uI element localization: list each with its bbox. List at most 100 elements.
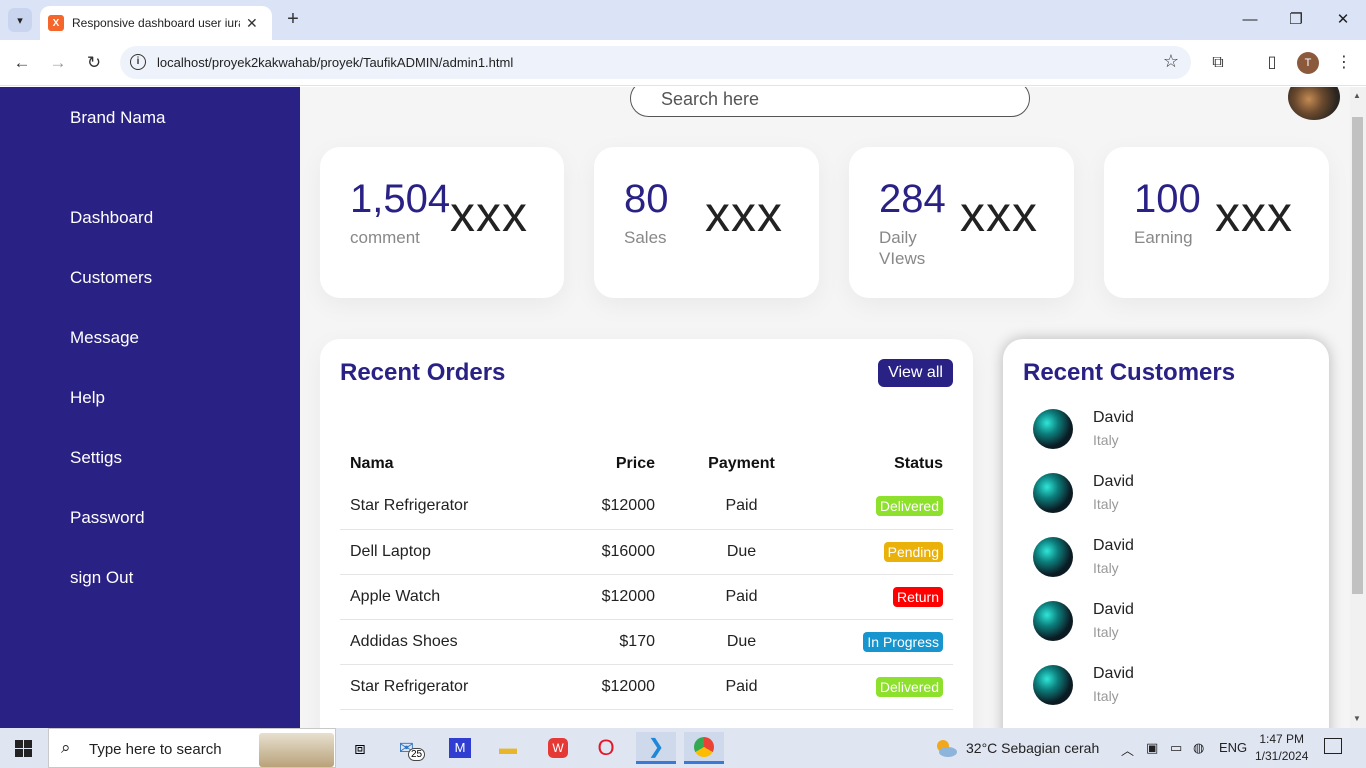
sidebar-item-settings[interactable]: Settigs	[70, 448, 122, 468]
meet-now-icon[interactable]: ▣	[1146, 740, 1158, 756]
customer-avatar	[1033, 537, 1073, 577]
minimize-icon[interactable]: —	[1238, 8, 1262, 32]
recent-customers-title: Recent Customers	[1023, 359, 1236, 386]
card-label: Daily VIews	[879, 228, 926, 268]
view-all-button[interactable]: View all	[878, 359, 953, 387]
sidebar-item-help[interactable]: Help	[70, 388, 105, 408]
new-tab-plus-icon[interactable]: +	[282, 8, 304, 30]
stat-card-sales[interactable]: 80 Sales xxx	[594, 147, 819, 298]
customer-name: David	[1093, 665, 1134, 682]
status-badge: Delivered	[875, 496, 943, 517]
address-bar[interactable]: i localhost/proyek2kakwahab/proyek/Taufi…	[120, 46, 1191, 79]
table-row[interactable]: Star Refrigerator $12000 Paid Delivered	[340, 484, 953, 530]
battery-icon[interactable]: ▭	[1170, 740, 1182, 756]
scroll-down-arrow-icon[interactable]: ▼	[1353, 714, 1361, 723]
vscode-icon[interactable]: ❯	[636, 732, 676, 764]
customer-avatar	[1033, 665, 1073, 705]
stat-card-comment[interactable]: 1,504 comment xxx	[320, 147, 564, 298]
status-badge: Delivered	[875, 676, 943, 697]
site-info-icon[interactable]: i	[130, 54, 146, 70]
table-row[interactable]: Dell Laptop $16000 Due Pending	[340, 529, 953, 575]
taskbar-search-placeholder: Type here to search	[89, 741, 222, 758]
stat-card-daily-views[interactable]: 284 Daily VIews xxx	[849, 147, 1074, 298]
search-input[interactable]: Search here	[630, 87, 1030, 117]
file-explorer-icon[interactable]: ▬	[488, 732, 528, 764]
order-name: Star Refrigerator	[340, 664, 540, 710]
order-price: $12000	[540, 484, 665, 530]
windows-taskbar: ⌕ Type here to search ⧈ ✉ 25 M ▬ W O ❯ 3…	[0, 728, 1366, 768]
table-row[interactable]: Addidas Shoes $170 Due In Progress	[340, 619, 953, 665]
column-header-status: Status	[894, 455, 943, 472]
recent-orders-title: Recent Orders	[340, 359, 506, 386]
chrome-browser-icon[interactable]	[684, 732, 724, 764]
language-indicator[interactable]: ENG	[1219, 740, 1247, 755]
customer-country: Italy	[1093, 624, 1119, 640]
order-payment: Paid	[665, 484, 818, 530]
mail-app-icon[interactable]: ✉ 25	[392, 732, 432, 764]
card-number: 80	[624, 177, 669, 221]
order-name: Dell Laptop	[340, 529, 540, 575]
menu-kebab-icon[interactable]: ⋮	[1332, 51, 1356, 75]
card-number: 1,504	[350, 177, 451, 221]
wps-office-icon[interactable]: W	[538, 732, 578, 764]
table-row[interactable]: Star Refrigerator $12000 Paid Delivered	[340, 664, 953, 710]
profile-avatar[interactable]: T	[1297, 52, 1319, 74]
forward-arrow-icon[interactable]: →	[46, 51, 70, 75]
side-panel-icon[interactable]: ▯	[1260, 51, 1284, 75]
sidebar-item-customers[interactable]: Customers	[70, 268, 152, 288]
customer-item[interactable]: David Italy	[1033, 601, 1313, 645]
editor-app-icon[interactable]: M	[440, 732, 480, 764]
extensions-icon[interactable]: ⧉	[1206, 51, 1230, 75]
sidebar: Brand Nama Dashboard Customers Message H…	[0, 87, 300, 728]
customer-country: Italy	[1093, 432, 1119, 448]
card-label: comment	[350, 228, 420, 247]
sidebar-item-dashboard[interactable]: Dashboard	[70, 208, 153, 228]
scroll-up-arrow-icon[interactable]: ▲	[1353, 91, 1361, 100]
customer-name: David	[1093, 409, 1134, 426]
sidebar-item-message[interactable]: Message	[70, 328, 139, 348]
restore-icon[interactable]: ❐	[1284, 8, 1308, 32]
sidebar-item-password[interactable]: Password	[70, 508, 145, 528]
page-scrollbar[interactable]: ▲ ▼	[1350, 87, 1366, 728]
table-row[interactable]: Apple Watch $12000 Paid Return	[340, 574, 953, 620]
recent-orders-panel: Recent Orders View all Nama Price Paymen…	[320, 339, 973, 728]
stat-card-earning[interactable]: 100 Earning xxx	[1104, 147, 1329, 298]
back-arrow-icon[interactable]: ←	[10, 51, 34, 75]
brand-name[interactable]: Brand Nama	[70, 108, 165, 128]
customer-item[interactable]: David Italy	[1033, 537, 1313, 581]
customer-name: David	[1093, 537, 1134, 554]
customer-name: David	[1093, 601, 1134, 618]
reload-icon[interactable]: ↻	[82, 51, 106, 75]
windows-start-icon[interactable]	[15, 740, 32, 757]
weather-partly-cloudy-icon[interactable]	[934, 737, 958, 759]
customer-item[interactable]: David Italy	[1033, 473, 1313, 517]
orders-table: Nama Price Payment Status Star Refrigera…	[340, 444, 953, 710]
url-text[interactable]: localhost/proyek2kakwahab/proyek/TaufikA…	[157, 55, 513, 70]
browser-tab[interactable]: X Responsive dashboard user iura ✕	[40, 6, 272, 40]
opera-browser-icon[interactable]: O	[586, 732, 626, 764]
bookmark-star-icon[interactable]: ☆	[1163, 51, 1179, 72]
show-hidden-icons-chevron-icon[interactable]: ︿	[1121, 740, 1134, 759]
taskbar-search-box[interactable]: ⌕ Type here to search	[48, 728, 336, 768]
status-badge: In Progress	[863, 631, 943, 652]
network-globe-icon[interactable]: ◍	[1193, 740, 1204, 756]
customer-item[interactable]: David Italy	[1033, 665, 1313, 709]
order-price: $16000	[540, 529, 665, 575]
tab-search-chevron-icon[interactable]: ▾	[8, 8, 32, 32]
notification-center-icon[interactable]	[1324, 738, 1342, 754]
customer-avatar	[1033, 409, 1073, 449]
close-window-icon[interactable]: ✕	[1331, 8, 1355, 32]
customer-country: Italy	[1093, 560, 1119, 576]
weather-text[interactable]: 32°C Sebagian cerah	[966, 740, 1099, 756]
task-view-icon[interactable]: ⧈	[340, 732, 380, 764]
scrollbar-thumb[interactable]	[1352, 117, 1363, 594]
card-icon: xxx	[960, 186, 1038, 242]
sidebar-item-sign-out[interactable]: sign Out	[70, 568, 133, 588]
customer-item[interactable]: David Italy	[1033, 409, 1313, 453]
card-number: 100	[1134, 177, 1201, 221]
taskbar-clock[interactable]: 1:47 PM 1/31/2024	[1255, 731, 1308, 765]
table-header-row: Nama Price Payment Status	[340, 444, 953, 484]
close-tab-icon[interactable]: ✕	[246, 15, 258, 32]
customer-country: Italy	[1093, 496, 1119, 512]
user-avatar[interactable]	[1288, 87, 1340, 120]
